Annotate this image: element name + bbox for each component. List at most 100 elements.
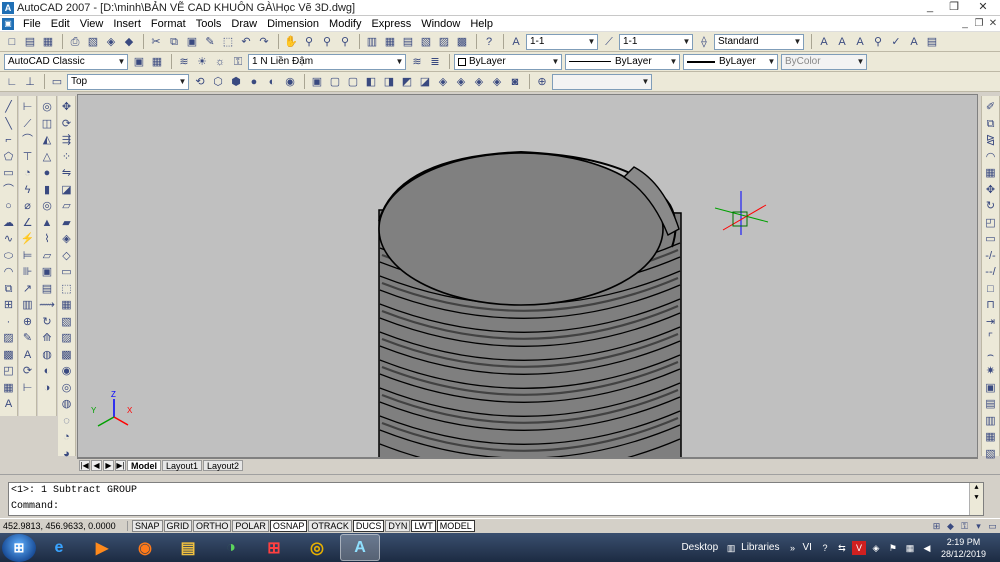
fillet-icon[interactable]: ⌢	[983, 348, 999, 364]
array-icon[interactable]: ▦	[983, 166, 999, 182]
interference-icon[interactable]: ◇	[59, 249, 75, 265]
planar-surface-icon[interactable]: ▱	[39, 249, 55, 265]
revolve-icon[interactable]: ↻	[39, 315, 55, 331]
realistic-icon[interactable]: ●	[246, 74, 262, 90]
make-layer-current-icon[interactable]: ≋	[409, 54, 425, 70]
polysolid-icon[interactable]: ◎	[39, 100, 55, 116]
center-mark-icon[interactable]: ⊕	[20, 315, 36, 331]
tool-palettes-icon[interactable]: ▤	[400, 34, 416, 50]
text-scale-icon[interactable]: A	[852, 34, 868, 50]
file-explorer-icon[interactable]: ▤	[168, 534, 208, 561]
plot-icon[interactable]: ⎙	[67, 34, 83, 50]
toggle-ducs[interactable]: DUCS	[352, 520, 385, 532]
command-window-grip[interactable]	[0, 474, 1000, 482]
loft-icon[interactable]: ⟰	[39, 331, 55, 347]
right-view-icon[interactable]: ◨	[381, 74, 397, 90]
menu-dimension[interactable]: Dimension	[262, 16, 324, 32]
zoom-realtime-icon[interactable]: ⚲	[301, 34, 317, 50]
minimize-button[interactable]: _	[918, 0, 942, 16]
view-select[interactable]: Top ▼	[67, 73, 189, 90]
offset-faces-icon[interactable]: ▨	[59, 331, 75, 347]
toggle-osnap[interactable]: OSNAP	[269, 520, 308, 532]
front-view-icon[interactable]: ◩	[399, 74, 415, 90]
coordinate-readout[interactable]: 452.9813, 456.9633, 0.0000	[0, 521, 128, 531]
quick-dimension-icon[interactable]: ⚡	[20, 232, 36, 248]
text-convert-icon[interactable]: ▤	[924, 34, 940, 50]
3d-array-icon[interactable]: ⁘	[59, 150, 75, 166]
3d-hidden-icon[interactable]: ⬢	[228, 74, 244, 90]
extrude-faces-icon[interactable]: ▦	[59, 298, 75, 314]
expand-toolbar-icon[interactable]: »	[786, 541, 800, 555]
paste-icon[interactable]: ▣	[184, 34, 200, 50]
3d-orbit-icon[interactable]: ⟲	[192, 74, 208, 90]
wedge-icon[interactable]: ◭	[39, 133, 55, 149]
draworder-icon[interactable]: ▣	[983, 381, 999, 397]
rectangle-icon[interactable]: ▭	[1, 166, 17, 182]
union-icon[interactable]: ◍	[39, 348, 55, 364]
move-icon[interactable]: ✥	[983, 183, 999, 199]
desktop-toolbar-label[interactable]: Desktop	[681, 542, 718, 553]
angular-icon[interactable]: ∠	[20, 216, 36, 232]
clean-screen-icon[interactable]: ▭	[986, 520, 999, 533]
camera-icon[interactable]: ◙	[507, 74, 523, 90]
rotate-faces-icon[interactable]: ◉	[59, 364, 75, 380]
help-tray-icon[interactable]: ?	[818, 541, 832, 555]
erase-icon[interactable]: ✐	[983, 100, 999, 116]
menu-file[interactable]: File	[18, 16, 46, 32]
point-icon[interactable]: ·	[1, 315, 17, 331]
flatshot-icon[interactable]: ▭	[59, 265, 75, 281]
line-icon[interactable]: ╱	[1, 100, 17, 116]
thicken-icon[interactable]: ▰	[59, 216, 75, 232]
torus-icon[interactable]: ◎	[39, 199, 55, 215]
slice-icon[interactable]: ◪	[59, 183, 75, 199]
menu-view[interactable]: View	[75, 16, 109, 32]
ellipse-arc-icon[interactable]: ◠	[1, 265, 17, 281]
bring-front-icon[interactable]: ▤	[983, 397, 999, 413]
first-tab-button[interactable]: |◀	[79, 459, 90, 471]
table-icon[interactable]: ▦	[1, 381, 17, 397]
construction-line-icon[interactable]: ╲	[1, 117, 17, 133]
helix-icon[interactable]: ⌇	[39, 232, 55, 248]
viewport-scale-icon[interactable]: ⊕	[534, 74, 550, 90]
plot-preview-icon[interactable]: ▧	[85, 34, 101, 50]
menu-help[interactable]: Help	[465, 16, 498, 32]
command-prompt-line[interactable]: Command:	[9, 499, 983, 515]
extend-icon[interactable]: --/	[983, 265, 999, 281]
send-back-icon[interactable]: ▥	[983, 414, 999, 430]
media-player-icon[interactable]: ▶	[82, 534, 122, 561]
close-button[interactable]: ✕	[966, 0, 1000, 16]
annotation-scale-icon[interactable]: ⊞	[930, 520, 943, 533]
top-view-icon[interactable]: ▢	[327, 74, 343, 90]
nw-iso-icon[interactable]: ◈	[489, 74, 505, 90]
zoom-previous-icon[interactable]: ⚲	[337, 34, 353, 50]
chrome-icon[interactable]: ◎	[297, 534, 337, 561]
back-view-icon[interactable]: ◪	[417, 74, 433, 90]
workspace-save-icon[interactable]: ▦	[149, 54, 165, 70]
text-style-select[interactable]: Standard ▼	[714, 33, 804, 50]
menu-draw[interactable]: Draw	[226, 16, 262, 32]
gift-app-icon[interactable]: ⊞	[254, 534, 294, 561]
multileader-style-icon[interactable]: ⟋	[601, 34, 617, 50]
color-select[interactable]: ByLayer ▼	[454, 53, 562, 70]
lineweight-select[interactable]: ByLayer ▼	[683, 53, 778, 70]
viewport-scale-select[interactable]: ▼	[552, 73, 652, 90]
region-icon[interactable]: ◰	[1, 364, 17, 380]
send-under-icon[interactable]: ▧	[983, 447, 999, 463]
break-icon[interactable]: ⊓	[983, 298, 999, 314]
toggle-lwt[interactable]: LWT	[411, 520, 436, 532]
ordinate-icon[interactable]: ⊤	[20, 150, 36, 166]
shell-icon[interactable]: ◔	[59, 430, 75, 446]
gradient-icon[interactable]: ▩	[1, 348, 17, 364]
linetype-select[interactable]: ByLayer ▼	[565, 53, 680, 70]
polygon-icon[interactable]: ⬠	[1, 150, 17, 166]
taper-faces-icon[interactable]: ◎	[59, 381, 75, 397]
polyline-icon[interactable]: ⌐	[1, 133, 17, 149]
firefox-icon[interactable]: ◉	[125, 534, 165, 561]
spell-check-icon[interactable]: ✓	[888, 34, 904, 50]
redo-icon[interactable]: ↷	[256, 34, 272, 50]
dimension-update-icon[interactable]: ⟳	[20, 364, 36, 380]
toggle-polar[interactable]: POLAR	[232, 520, 269, 532]
separate-icon[interactable]: ◌	[59, 414, 75, 430]
trim-icon[interactable]: -/-	[983, 249, 999, 265]
antivirus-icon[interactable]: ◈	[869, 541, 883, 555]
